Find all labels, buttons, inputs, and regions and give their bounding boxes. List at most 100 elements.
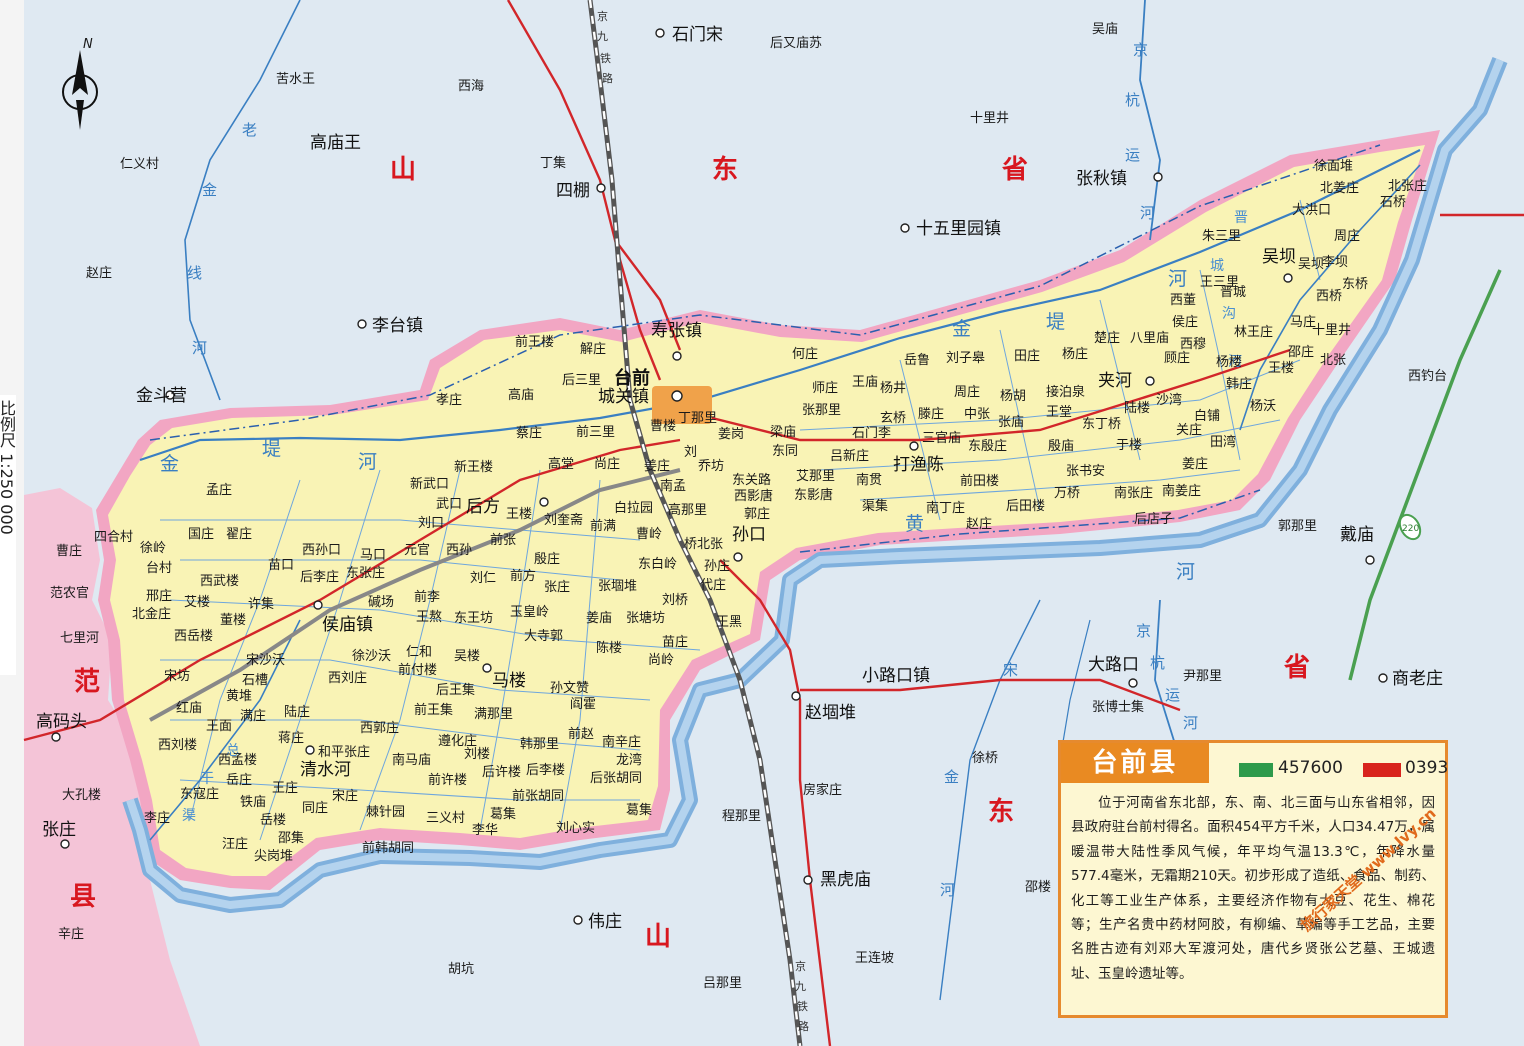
village-label: 陈楼	[596, 640, 622, 656]
village-label: 北金庄	[132, 606, 171, 622]
village-label: 刘	[684, 445, 697, 460]
village-label: 满那里	[474, 707, 513, 722]
river-label: 堤	[262, 438, 281, 460]
village-label: 孙庄	[704, 558, 730, 574]
village-label: 张塘坊	[626, 610, 665, 626]
village-label: 东寇庄	[180, 786, 219, 802]
village-label: 和平张庄	[318, 744, 370, 760]
postal-code-swatch	[1239, 763, 1273, 777]
village-label: 大寺郭	[524, 628, 563, 644]
village-label: 前王集	[414, 702, 453, 718]
village-label: 前许楼	[428, 772, 467, 788]
village-label: 十里井	[1312, 323, 1351, 338]
village-label: 南孟	[660, 478, 686, 494]
province-label: 东	[988, 796, 1014, 827]
river-label: 金	[952, 318, 971, 340]
village-label: 铁庙	[240, 795, 266, 810]
town-label: 寿张镇	[651, 321, 702, 341]
external-town-label: 张庄	[42, 820, 76, 840]
village-label: 三义村	[426, 811, 465, 826]
village-label: 姜庙	[586, 611, 612, 626]
village-label: 张庄	[544, 579, 570, 595]
village-label: 刘仁	[470, 571, 496, 586]
external-town-label: 赵堌堆	[805, 703, 856, 723]
village-label: 南姜庄	[1162, 483, 1201, 499]
river-label: 金	[944, 768, 959, 786]
village-label: 西岳楼	[174, 629, 213, 644]
village-label: 殷庄	[534, 551, 560, 567]
river-label: 河	[1176, 561, 1195, 583]
river-label: 河	[1168, 268, 1187, 290]
town-label: 马楼	[492, 671, 526, 691]
railway-label: 铁	[600, 52, 611, 65]
village-label: 吴坝	[1298, 257, 1324, 272]
railway-label: 路	[798, 1020, 809, 1033]
village-label: 刘楼	[464, 747, 490, 762]
village-label: 刘口	[418, 516, 444, 531]
village-label: 石桥	[1380, 195, 1406, 210]
village-label: 后李庄	[300, 569, 339, 585]
village-label: 前韩胡同	[362, 840, 414, 856]
external-town-label: 大路口	[1088, 655, 1139, 675]
village-label: 西武楼	[200, 574, 239, 589]
village-label: 前三里	[576, 424, 615, 440]
village-label: 石门李	[852, 426, 891, 441]
county-description: 位于河南省东北部，东、南、北三面与山东省相邻，因县政府驻台前村得名。面积454平…	[1071, 795, 1435, 982]
village-label: 高庙	[508, 387, 534, 403]
river-label: 河	[1183, 714, 1198, 732]
village-label: 解庄	[580, 341, 606, 357]
village-label: 前付楼	[398, 662, 437, 678]
village-label: 李华	[472, 823, 498, 838]
village-label: 桥北张	[684, 537, 723, 552]
town-label: 侯庙镇	[322, 615, 373, 635]
village-label: 晋城	[1220, 285, 1246, 300]
village-label: 前方	[510, 568, 536, 584]
village-label: 田庄	[1014, 348, 1040, 364]
village-label: 吴庙	[1092, 22, 1118, 37]
river-label: 河	[1140, 204, 1155, 222]
river-label: 杭	[1125, 91, 1140, 109]
village-label: 后又庙苏	[770, 35, 822, 51]
village-label: 西孟楼	[218, 753, 257, 768]
village-label: 王楼	[1268, 361, 1294, 376]
village-label: 后王集	[436, 682, 475, 698]
river-label: 城	[1210, 258, 1224, 274]
village-label: 徐沙沃	[352, 649, 391, 664]
river-label: 运	[1165, 686, 1180, 704]
village-label: 万桥	[1054, 486, 1080, 501]
river-label: 宋	[1003, 661, 1018, 679]
village-label: 杨井	[880, 381, 906, 396]
village-label: 前王楼	[515, 334, 554, 350]
village-label: 赵庄	[86, 265, 112, 281]
village-label: 王庙	[852, 375, 878, 390]
village-label: 吕新庄	[830, 448, 869, 464]
village-label: 张书安	[1066, 464, 1105, 479]
village-label: 蔡庄	[516, 425, 542, 441]
village-label: 姜庄	[1182, 456, 1208, 472]
external-town-label: 石门宋	[672, 25, 723, 45]
village-label: 程那里	[722, 809, 761, 824]
village-label: 渠集	[862, 498, 888, 514]
village-label: 翟庄	[226, 526, 252, 542]
province-label: 省	[1283, 653, 1310, 683]
village-label: 岳楼	[260, 813, 286, 828]
village-label: 孟庄	[206, 482, 232, 498]
village-label: 龙湾	[616, 752, 642, 768]
village-label: 东王坊	[454, 611, 493, 626]
village-label: 朱三里	[1202, 229, 1241, 244]
external-town-label: 张秋镇	[1076, 169, 1127, 189]
external-town-label: 高码头	[36, 712, 87, 732]
village-label: 杨庄	[1062, 346, 1088, 362]
river-label: 河	[192, 339, 207, 357]
village-label: 玄桥	[880, 411, 906, 426]
village-label: 范农官	[50, 585, 89, 601]
river-label: 渠	[182, 808, 196, 824]
village-label: 苦水王	[276, 71, 315, 87]
village-label: 宋坊	[164, 669, 190, 684]
village-label: 东白岭	[638, 556, 677, 572]
village-label: 于楼	[1116, 438, 1142, 453]
town-label: 台前	[614, 367, 650, 389]
river-label: 黄	[905, 513, 924, 535]
village-label: 张庙	[998, 415, 1024, 430]
railway-label: 路	[602, 72, 613, 85]
